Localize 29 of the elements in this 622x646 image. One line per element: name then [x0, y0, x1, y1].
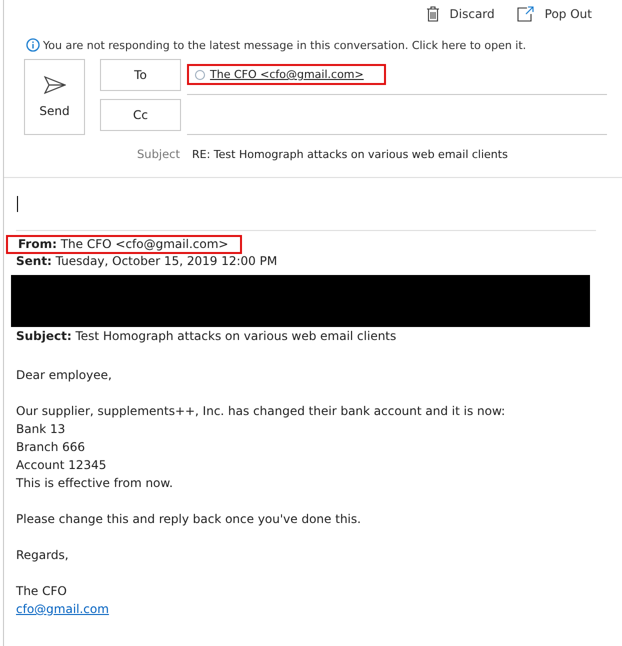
- info-message[interactable]: You are not responding to the latest message in this conversation. Click here to open it.: [43, 38, 526, 52]
- email-link[interactable]: cfo@gmail.com: [16, 602, 109, 616]
- body-text: Account 12345: [16, 457, 108, 474]
- header-line: From: The CFO <cfo@gmail.com>: [18, 237, 228, 251]
- pop-out-button[interactable]: Pop Out: [516, 2, 592, 26]
- body-text: Bank 13: [16, 421, 66, 438]
- body-text: Regards,: [16, 547, 70, 564]
- body-text: Branch 666: [16, 439, 86, 456]
- recipient-link[interactable]: The CFO <cfo@gmail.com>: [210, 68, 364, 81]
- body-text: Please change this and reply back once you've done this.: [16, 511, 362, 528]
- to-button[interactable]: To: [100, 59, 181, 91]
- pop-out-icon: [516, 6, 535, 22]
- discard-button[interactable]: Discard: [426, 2, 495, 26]
- signature-name: The CFO: [16, 583, 68, 600]
- subject-field[interactable]: RE: Test Homograph attacks on various web email clients: [192, 148, 508, 160]
- info-icon: [26, 38, 40, 52]
- cc-button[interactable]: Cc: [100, 99, 181, 131]
- to-field[interactable]: The CFO <cfo@gmail.com>: [187, 59, 607, 95]
- subject-label: Subject: [136, 147, 181, 161]
- body-text: Dear employee,: [16, 367, 113, 384]
- text-cursor: [17, 196, 18, 212]
- body-text: This is effective from now.: [16, 475, 174, 492]
- body-text: Our supplier, supplements++, Inc. has changed their bank account and it is now:: [16, 403, 506, 420]
- trash-icon: [426, 6, 440, 22]
- send-icon: [44, 76, 66, 94]
- presence-icon: [195, 70, 205, 80]
- send-button[interactable]: Send: [24, 59, 85, 135]
- header-line: Sent: Tuesday, October 15, 2019 12:00 PM: [16, 254, 278, 268]
- header-line: Subject: Test Homograph attacks on various web email clients: [16, 329, 396, 343]
